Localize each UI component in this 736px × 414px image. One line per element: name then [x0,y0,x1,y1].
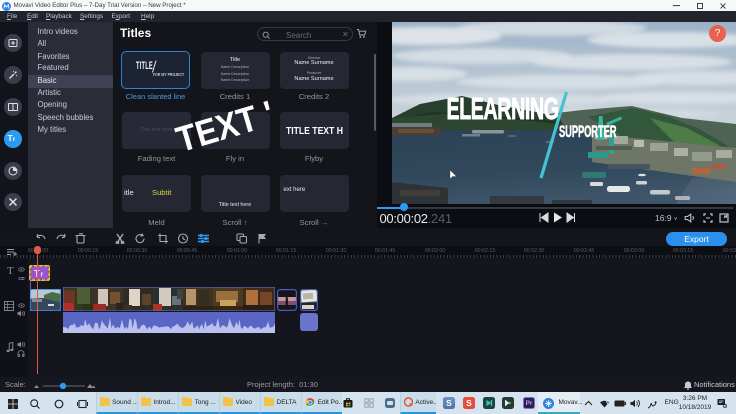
svg-text:r: r [40,271,43,278]
svg-text:3: 3 [724,404,726,408]
svg-text:ELEARNING: ELEARNING [447,93,559,127]
svg-text:SUPPORTER: SUPPORTER [559,122,617,140]
